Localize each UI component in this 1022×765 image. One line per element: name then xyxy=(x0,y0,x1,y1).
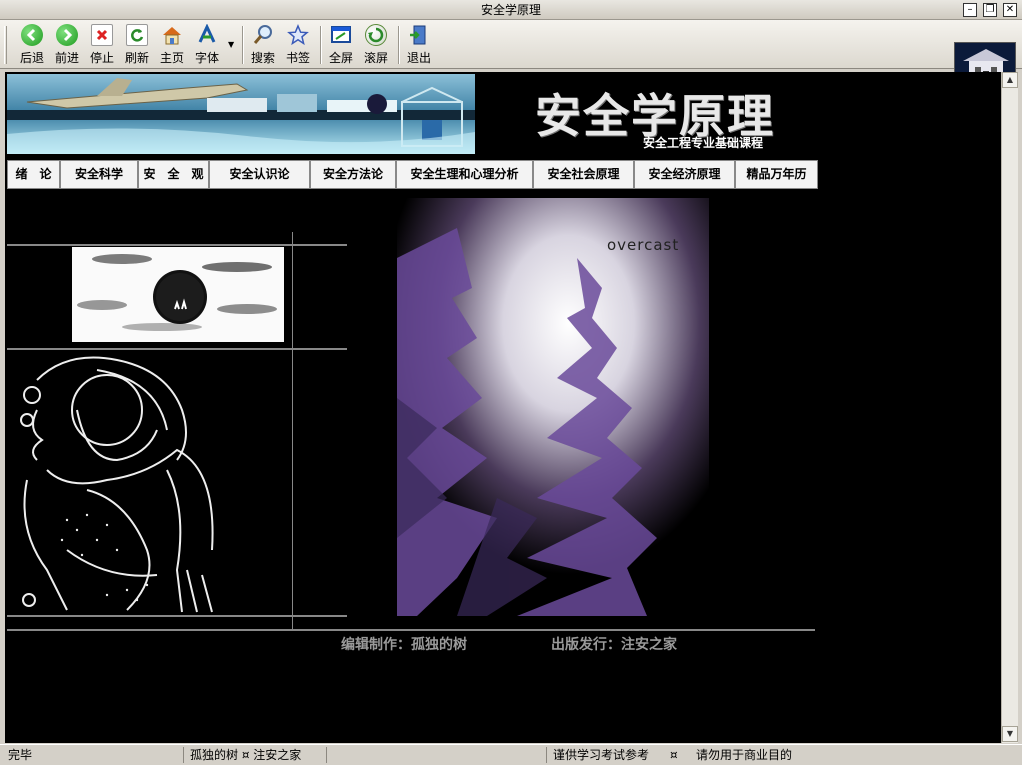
autoscroll-icon xyxy=(365,24,387,46)
toolbar: 后退 前进 停止 刷新 主页 字体 ▼ 搜索 书签 全屏 滚屏 退出 xyxy=(0,20,1022,87)
font-button[interactable]: 字体 xyxy=(190,23,224,66)
scroll-label: 滚屏 xyxy=(363,51,388,65)
home-icon xyxy=(161,24,183,46)
credit-editor: 编辑制作：孤独的树 xyxy=(341,637,467,653)
nav-item-safety-view[interactable]: 安 全 观 xyxy=(138,160,209,189)
status-notice-left: 谨供学习考试参考 xyxy=(546,747,649,763)
divider xyxy=(292,232,293,630)
stop-label: 停止 xyxy=(89,51,114,65)
exit-label: 退出 xyxy=(406,51,431,65)
toolbar-separator xyxy=(242,26,244,64)
nav-item-economic-principles[interactable]: 安全经济原理 xyxy=(634,160,735,189)
bookmark-label: 书签 xyxy=(285,51,310,65)
credit-publisher: 出版发行：注安之家 xyxy=(551,637,677,653)
back-icon xyxy=(21,24,43,46)
font-label: 字体 xyxy=(194,51,219,65)
page-content: 安全学原理 安全工程专业基础课程 绪 论 安全科学 安 全 观 安全认识论 安全… xyxy=(5,72,1001,743)
bookmark-button[interactable]: 书签 xyxy=(281,24,315,66)
status-separator: ¤ xyxy=(670,748,678,762)
browser-window: 安全学原理 – ❐ ✕ 后退 前进 停止 刷新 主页 字体 ▼ 搜索 书签 全屏… xyxy=(0,0,1022,765)
font-icon xyxy=(196,23,218,46)
back-label: 后退 xyxy=(19,51,44,65)
line-art-embrace-image xyxy=(7,350,222,614)
refresh-button[interactable]: 刷新 xyxy=(120,24,154,66)
divider xyxy=(7,615,347,617)
minimize-button[interactable]: – xyxy=(963,3,977,17)
refresh-label: 刷新 xyxy=(124,51,149,65)
scroll-down-arrow-icon[interactable]: ▼ xyxy=(1002,726,1018,742)
vertical-scrollbar[interactable]: ▲ ▼ xyxy=(1001,72,1018,743)
overcast-plant-photo: overcast xyxy=(397,198,709,616)
toolbar-separator xyxy=(398,26,400,64)
stop-button[interactable]: 停止 xyxy=(85,24,119,66)
status-notice-right: 请勿用于商业目的 xyxy=(696,748,793,762)
stop-icon xyxy=(91,24,113,46)
toolbar-grip[interactable] xyxy=(4,26,7,64)
exit-button[interactable]: 退出 xyxy=(402,24,436,66)
title-bar: 安全学原理 – ❐ ✕ xyxy=(0,0,1022,20)
forward-button[interactable]: 前进 xyxy=(50,24,84,66)
star-icon xyxy=(287,24,309,46)
status-state: 完毕 xyxy=(8,748,33,762)
fullscreen-button[interactable]: 全屏 xyxy=(324,24,358,66)
divider xyxy=(7,244,347,246)
scroll-up-arrow-icon[interactable]: ▲ xyxy=(1002,72,1018,88)
fullscreen-icon xyxy=(330,24,352,46)
window-title: 安全学原理 xyxy=(480,3,541,17)
nav-item-social-principles[interactable]: 安全社会原理 xyxy=(533,160,634,189)
home-button[interactable]: 主页 xyxy=(155,24,189,66)
moon-clouds-image xyxy=(72,247,284,342)
status-empty-pane xyxy=(326,747,546,763)
status-bar: 完毕 孤独的树 ¤ 注安之家 谨供学习考试参考 ¤ 请勿用于商业目的 xyxy=(0,744,1022,765)
nav-item-epistemology[interactable]: 安全认识论 xyxy=(209,160,310,189)
page-subtitle: 安全工程专业基础课程 xyxy=(643,136,764,150)
nav-item-calendar[interactable]: 精品万年历 xyxy=(735,160,818,189)
scroll-button[interactable]: 滚屏 xyxy=(359,24,393,66)
search-icon xyxy=(252,24,274,46)
status-author: 孤独的树 ¤ 注安之家 xyxy=(183,747,301,763)
divider xyxy=(7,629,815,631)
nav-item-methodology[interactable]: 安全方法论 xyxy=(310,160,396,189)
nav-item-physiology-psychology[interactable]: 安全生理和心理分析 xyxy=(396,160,533,189)
nav-item-safety-science[interactable]: 安全科学 xyxy=(60,160,138,189)
photo-caption: overcast xyxy=(607,236,680,254)
forward-label: 前进 xyxy=(54,51,79,65)
search-label: 搜索 xyxy=(250,51,275,65)
fullscreen-label: 全屏 xyxy=(328,51,353,65)
back-button[interactable]: 后退 xyxy=(15,24,49,66)
banner-image xyxy=(7,74,475,154)
home-label: 主页 xyxy=(159,51,184,65)
close-button[interactable]: ✕ xyxy=(1003,3,1017,17)
font-dropdown-arrow-icon[interactable]: ▼ xyxy=(228,40,234,49)
exit-door-icon xyxy=(408,24,430,46)
toolbar-separator xyxy=(320,26,322,64)
search-button[interactable]: 搜索 xyxy=(246,24,280,66)
nav-item-intro[interactable]: 绪 论 xyxy=(7,160,60,189)
refresh-icon xyxy=(126,24,148,46)
forward-icon xyxy=(56,24,78,46)
restore-button[interactable]: ❐ xyxy=(983,3,997,17)
